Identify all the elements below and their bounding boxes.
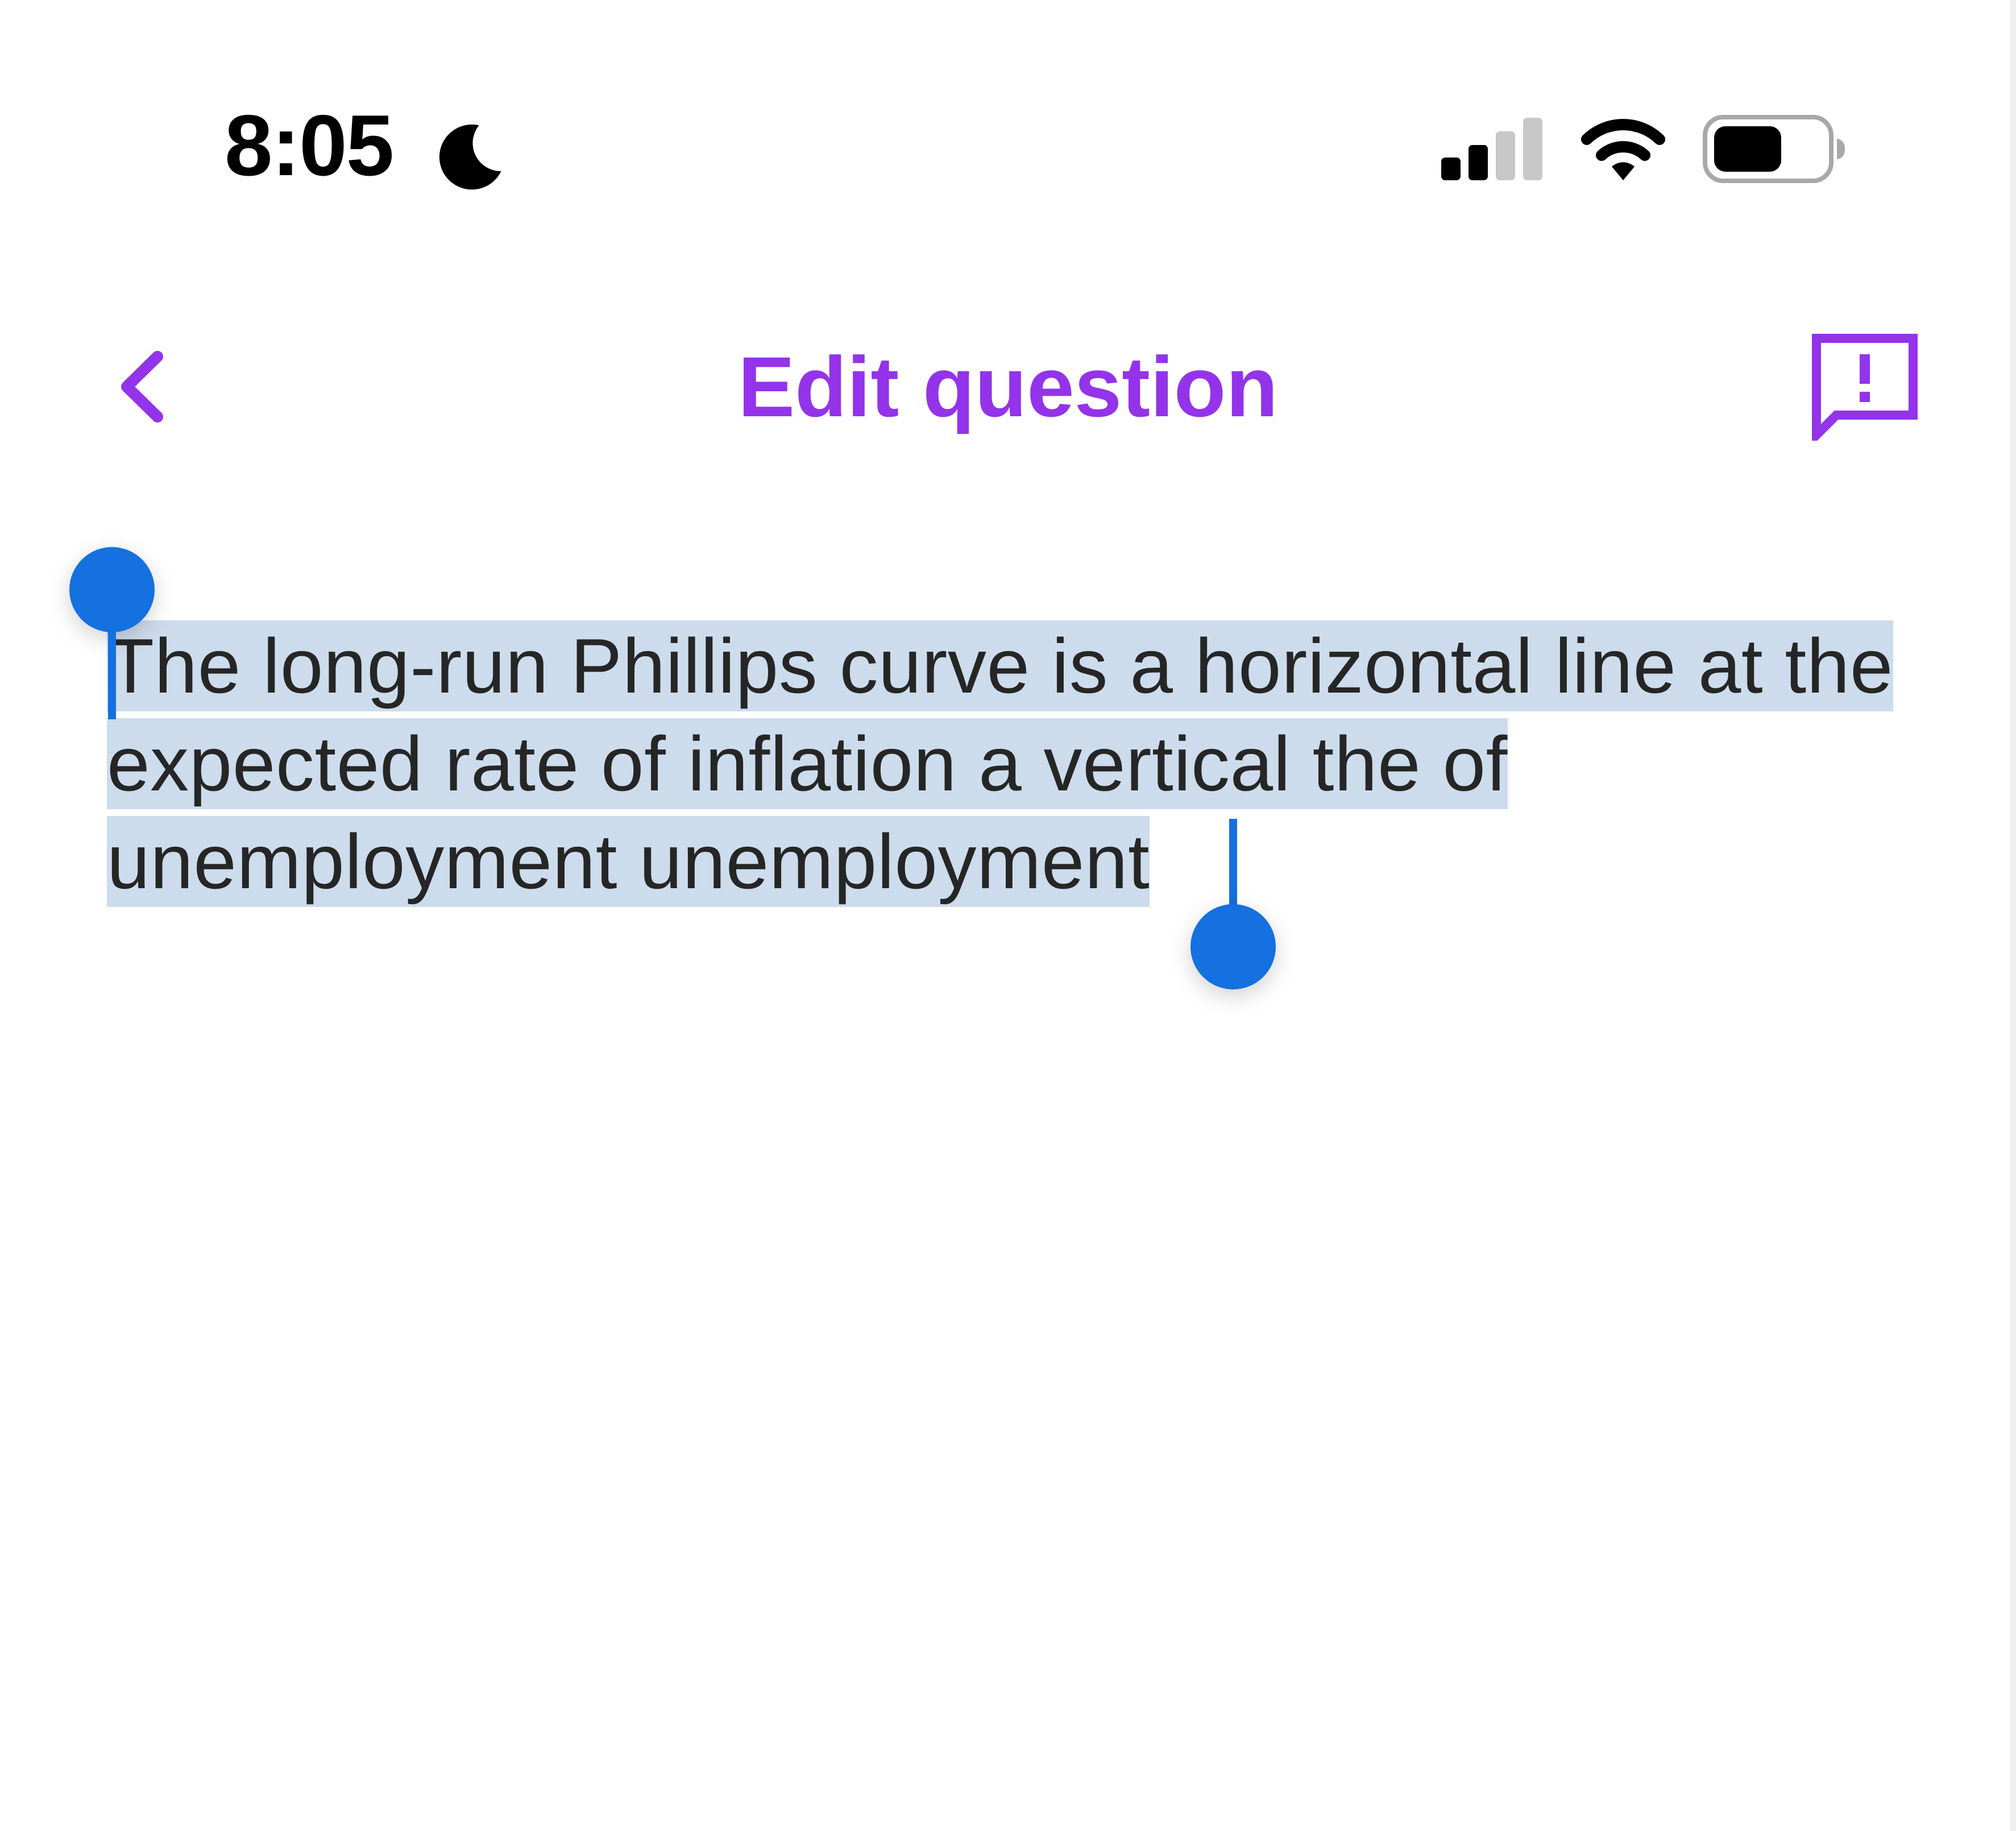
right-edge-divider <box>2010 0 2016 1831</box>
status-time: 8:05 <box>225 97 394 194</box>
selection-end-handle[interactable] <box>1190 904 1276 989</box>
selection-start-caret <box>108 614 116 719</box>
moon-icon <box>439 125 501 190</box>
cellular-signal-icon <box>1441 118 1542 180</box>
selected-text: The long-run Phillips curve is a horizon… <box>107 620 1894 907</box>
report-feedback-icon <box>1812 334 1918 441</box>
edit-question-screen: 8:05 Edit question The long-run Phillips… <box>0 0 2016 1831</box>
question-text-field[interactable]: The long-run Phillips curve is a horizon… <box>107 617 1903 910</box>
report-button[interactable] <box>1808 330 1922 444</box>
page-title: Edit question <box>738 339 1278 434</box>
wifi-icon <box>1581 119 1665 180</box>
battery-icon <box>1703 115 1845 183</box>
question-text-content: The long-run Phillips curve is a horizon… <box>107 617 1903 910</box>
